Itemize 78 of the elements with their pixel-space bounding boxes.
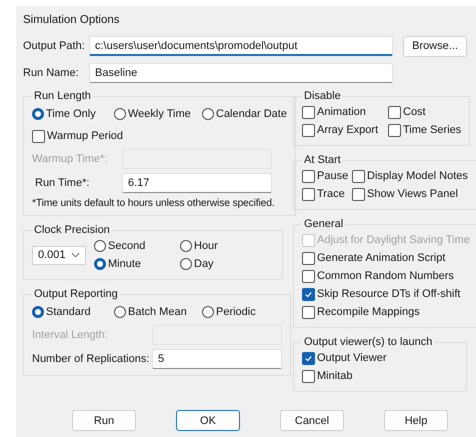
dialog-button[interactable]: Help <box>384 410 448 431</box>
checkbox-label[interactable]: Animation <box>317 106 366 118</box>
checkbox[interactable] <box>302 288 315 300</box>
chevron-down-icon <box>71 252 80 258</box>
dialog-button[interactable]: Run <box>72 410 136 431</box>
radio-button[interactable] <box>180 258 192 270</box>
checkbox-label[interactable]: Time Series <box>403 124 462 136</box>
group-title: At Start <box>303 154 342 166</box>
checkbox[interactable] <box>352 188 365 200</box>
radio-label[interactable]: Day <box>194 258 214 270</box>
checkbox-label[interactable]: Output Viewer <box>317 352 387 364</box>
radio-button[interactable] <box>32 108 44 120</box>
field-label: Run Name: <box>23 67 80 79</box>
radio-label[interactable]: Standard <box>46 306 91 318</box>
checkbox[interactable] <box>302 252 315 264</box>
checkbox[interactable] <box>388 106 401 118</box>
dialog-button[interactable]: OK <box>176 410 240 431</box>
checkmark-icon <box>304 354 313 362</box>
group-title: Run Length <box>33 90 92 102</box>
checkmark-icon <box>304 290 313 298</box>
checkbox[interactable] <box>302 352 315 364</box>
radio-button[interactable] <box>202 306 214 318</box>
field-label: Number of Replications: <box>32 353 150 365</box>
radio-label[interactable]: Hour <box>194 240 218 252</box>
checkbox-label[interactable]: Common Random Numbers <box>317 270 454 282</box>
checkbox[interactable] <box>352 170 365 182</box>
radio-button[interactable] <box>94 240 106 252</box>
checkbox-label[interactable]: Recompile Mappings <box>317 306 420 318</box>
group-title: Output viewer(s) to launch <box>303 336 434 348</box>
checkbox-label[interactable]: Pause <box>317 170 348 182</box>
group-title: General <box>303 218 344 230</box>
input-field[interactable]: Baseline <box>89 63 393 83</box>
input-field[interactable]: 6.17 <box>122 173 272 193</box>
checkbox[interactable] <box>302 106 315 118</box>
precision-dropdown[interactable]: 0.001 <box>32 246 86 264</box>
radio-label[interactable]: Time Only <box>46 108 96 120</box>
radio-button[interactable] <box>180 240 192 252</box>
radio-button[interactable] <box>114 306 126 318</box>
checkbox-label[interactable]: Skip Resource DTs if Off-shift <box>317 288 460 300</box>
field-label: Interval Length: <box>32 329 109 341</box>
input-field[interactable]: 5 <box>152 349 282 369</box>
checkbox-label[interactable]: Trace <box>317 188 345 200</box>
group-title: Disable <box>303 90 342 102</box>
group-title: Output Reporting <box>33 288 119 300</box>
radio-button[interactable] <box>32 306 44 318</box>
checkbox-label[interactable]: Display Model Notes <box>367 170 468 182</box>
checkbox-label[interactable]: Warmup Period <box>47 130 124 142</box>
checkbox-label[interactable]: Minitab <box>317 370 352 382</box>
checkbox-label[interactable]: Cost <box>403 106 426 118</box>
radio-button[interactable] <box>94 258 106 270</box>
radio-label[interactable]: Minute <box>108 258 142 270</box>
radio-button[interactable] <box>114 108 126 120</box>
checkbox[interactable] <box>302 188 315 200</box>
radio-label[interactable]: Second <box>108 240 146 252</box>
dialog-button[interactable]: Cancel <box>280 410 344 431</box>
checkbox[interactable] <box>302 170 315 182</box>
checkbox[interactable] <box>32 130 45 142</box>
radio-label[interactable]: Calendar Date <box>216 108 287 120</box>
checkbox[interactable] <box>302 270 315 282</box>
field-label: Run Time*: <box>34 177 90 189</box>
radio-button[interactable] <box>202 108 214 120</box>
window-title: Simulation Options <box>23 14 121 26</box>
checkbox[interactable] <box>302 306 315 318</box>
checkbox-label[interactable]: Generate Animation Script <box>317 252 446 264</box>
input-field[interactable]: c:\users\user\documents\promodel\output <box>89 36 393 56</box>
radio-label[interactable]: Periodic <box>216 306 256 318</box>
radio-label[interactable]: Weekly Time <box>128 108 191 120</box>
checkbox[interactable] <box>302 124 315 136</box>
browse-button[interactable]: Browse... <box>403 36 467 56</box>
note-text: *Time units default to hours unless otherwise specified. <box>32 198 276 209</box>
checkbox-label[interactable]: Array Export <box>317 124 378 136</box>
checkbox[interactable] <box>302 370 315 382</box>
checkbox-label[interactable]: Show Views Panel <box>367 188 458 200</box>
group-title: Clock Precision <box>33 224 111 236</box>
checkbox[interactable] <box>388 124 401 136</box>
radio-label[interactable]: Batch Mean <box>128 306 187 318</box>
field-label: Output Path: <box>23 40 86 52</box>
field-label: Warmup Time*: <box>32 153 108 165</box>
